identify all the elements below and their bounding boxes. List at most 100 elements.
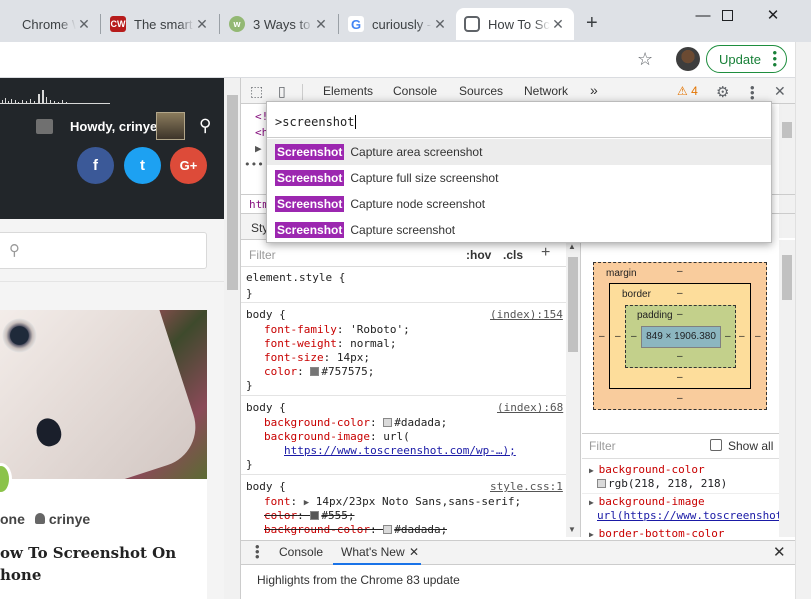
tab-console[interactable]: Console: [393, 84, 437, 98]
cls-toggle[interactable]: .cls: [503, 248, 523, 262]
site-search-input[interactable]: ⚲: [0, 232, 207, 269]
css-declaration[interactable]: background-color: #dadada;: [264, 416, 447, 430]
dom-ellipsis[interactable]: •••: [244, 158, 264, 171]
more-tabs-button[interactable]: »: [590, 82, 598, 98]
kebab-menu-icon[interactable]: • • •: [750, 81, 755, 104]
rule-selector[interactable]: body {: [246, 401, 286, 415]
warnings-badge[interactable]: ⚠ 4: [677, 84, 698, 98]
css-declaration-overridden[interactable]: background-color: #dadada;: [264, 523, 447, 537]
hov-toggle[interactable]: :hov: [466, 248, 491, 262]
maximize-button[interactable]: [704, 0, 750, 30]
scroll-up-arrow-icon[interactable]: ▲: [568, 242, 576, 251]
new-rule-button[interactable]: +: [541, 244, 550, 262]
close-icon[interactable]: ✕: [76, 16, 92, 33]
rule-selector[interactable]: body {: [246, 480, 286, 494]
padding-left-value[interactable]: –: [631, 331, 637, 342]
element-style-selector[interactable]: element.style {: [246, 271, 345, 285]
google-plus-button[interactable]: G+: [170, 147, 207, 184]
margin-left-value[interactable]: –: [599, 331, 605, 342]
kebab-menu-icon[interactable]: • • •: [772, 46, 777, 71]
browser-scrollbar[interactable]: [795, 42, 811, 599]
color-swatch[interactable]: [383, 418, 393, 427]
css-declaration[interactable]: color: #757575;: [264, 365, 374, 379]
border-left-value[interactable]: –: [615, 331, 621, 342]
close-icon[interactable]: ✕: [409, 545, 419, 559]
close-icon[interactable]: ✕: [432, 16, 448, 33]
color-swatch[interactable]: [597, 479, 606, 488]
post-title[interactable]: ow To Screenshot On hone: [0, 542, 210, 586]
computed-property[interactable]: ▶ background-image: [589, 495, 705, 508]
settings-gear-icon[interactable]: ⚙: [716, 83, 729, 101]
margin-top-value[interactable]: –: [677, 266, 683, 277]
device-toolbar-icon[interactable]: ▯: [278, 83, 286, 100]
command-item-capture-area[interactable]: Screenshot Capture area screenshot: [267, 139, 771, 165]
rule-source-link[interactable]: (index):68: [497, 401, 563, 415]
profile-avatar[interactable]: [676, 47, 700, 71]
tab-google[interactable]: G curiously - ✕: [340, 8, 456, 40]
css-declaration[interactable]: font: ▶ 14px/23px Noto Sans,sans-serif;: [264, 495, 521, 510]
rule-source-link[interactable]: style.css:1: [490, 480, 563, 494]
post-author[interactable]: crinye: [49, 511, 90, 527]
close-icon[interactable]: ✕: [550, 16, 566, 33]
close-window-button[interactable]: ✕: [750, 0, 796, 30]
bookmark-star-icon[interactable]: ☆: [637, 49, 653, 70]
search-icon[interactable]: ⚲: [199, 116, 211, 136]
tab-network[interactable]: Network: [524, 84, 568, 98]
margin-bottom-value[interactable]: –: [677, 393, 683, 404]
command-item-capture-screenshot[interactable]: Screenshot Capture screenshot: [267, 217, 771, 243]
scrollbar-thumb[interactable]: [782, 122, 792, 138]
command-input[interactable]: >screenshot: [275, 115, 357, 129]
new-tab-button[interactable]: +: [586, 12, 598, 35]
close-icon[interactable]: ✕: [194, 16, 210, 33]
border-right-value[interactable]: –: [739, 331, 745, 342]
show-all-checkbox[interactable]: [710, 439, 722, 451]
tab-wikihow[interactable]: w 3 Ways to ✕: [221, 8, 337, 40]
scrollbar-thumb[interactable]: [568, 257, 578, 352]
rule-selector[interactable]: body {: [246, 308, 286, 322]
dom-line[interactable]: ▶: [255, 142, 262, 155]
margin-right-value[interactable]: –: [755, 331, 761, 342]
tab-cw[interactable]: CW The smart ✕: [102, 8, 218, 40]
computed-property[interactable]: ▶ background-color: [589, 463, 705, 476]
facebook-button[interactable]: f: [77, 147, 114, 184]
border-bottom-value[interactable]: –: [677, 372, 683, 383]
user-avatar[interactable]: [156, 112, 185, 140]
css-declaration[interactable]: background-image: url(: [264, 430, 410, 444]
css-declaration[interactable]: font-family: 'Roboto';: [264, 323, 410, 337]
border-top-value[interactable]: –: [677, 288, 683, 299]
rule-source-link[interactable]: (index):154: [490, 308, 563, 322]
drawer-tab-whats-new[interactable]: What's New: [341, 545, 405, 559]
command-item-capture-full-size[interactable]: Screenshot Capture full size screenshot: [267, 165, 771, 191]
color-swatch[interactable]: [310, 511, 320, 520]
tab-elements[interactable]: Elements: [323, 84, 373, 98]
update-button[interactable]: Update • • •: [706, 45, 787, 73]
drawer-menu-icon[interactable]: • • •: [255, 540, 260, 563]
tab-chrome[interactable]: Chrome W ✕: [0, 8, 100, 40]
computed-value-link[interactable]: url(https://www.toscreenshot: [597, 509, 779, 522]
computed-property[interactable]: ▶ border-bottom-color: [589, 527, 724, 537]
css-declaration[interactable]: font-weight: normal;: [264, 337, 396, 351]
command-item-capture-node[interactable]: Screenshot Capture node screenshot: [267, 191, 771, 217]
post-category[interactable]: one: [0, 511, 25, 527]
twitter-button[interactable]: t: [124, 147, 161, 184]
scroll-down-arrow-icon[interactable]: ▼: [568, 525, 576, 534]
close-devtools-icon[interactable]: ✕: [774, 83, 786, 100]
css-declaration[interactable]: font-size: 14px;: [264, 351, 370, 365]
inspect-element-icon[interactable]: ⬚: [250, 83, 263, 100]
padding-right-value[interactable]: –: [725, 331, 731, 342]
comment-icon[interactable]: [36, 119, 53, 134]
color-swatch[interactable]: [310, 367, 320, 376]
padding-top-value[interactable]: –: [677, 309, 683, 320]
scrollbar-thumb[interactable]: [782, 255, 792, 300]
padding-bottom-value[interactable]: –: [677, 351, 683, 362]
user-greeting[interactable]: Howdy, crinye: [70, 119, 157, 134]
post-image[interactable]: [0, 310, 207, 479]
tab-sources[interactable]: Sources: [459, 84, 503, 98]
tab-active-howto[interactable]: How To Sc ✕: [456, 8, 574, 40]
box-model-content[interactable]: 849 × 1906.380: [641, 326, 721, 348]
drawer-tab-console[interactable]: Console: [279, 545, 323, 559]
close-drawer-icon[interactable]: ✕: [773, 543, 786, 561]
close-icon[interactable]: ✕: [313, 16, 329, 33]
background-image-url-link[interactable]: https://www.toscreenshot.com/wp-…);: [284, 444, 516, 458]
scrollbar-thumb[interactable]: [227, 95, 238, 290]
